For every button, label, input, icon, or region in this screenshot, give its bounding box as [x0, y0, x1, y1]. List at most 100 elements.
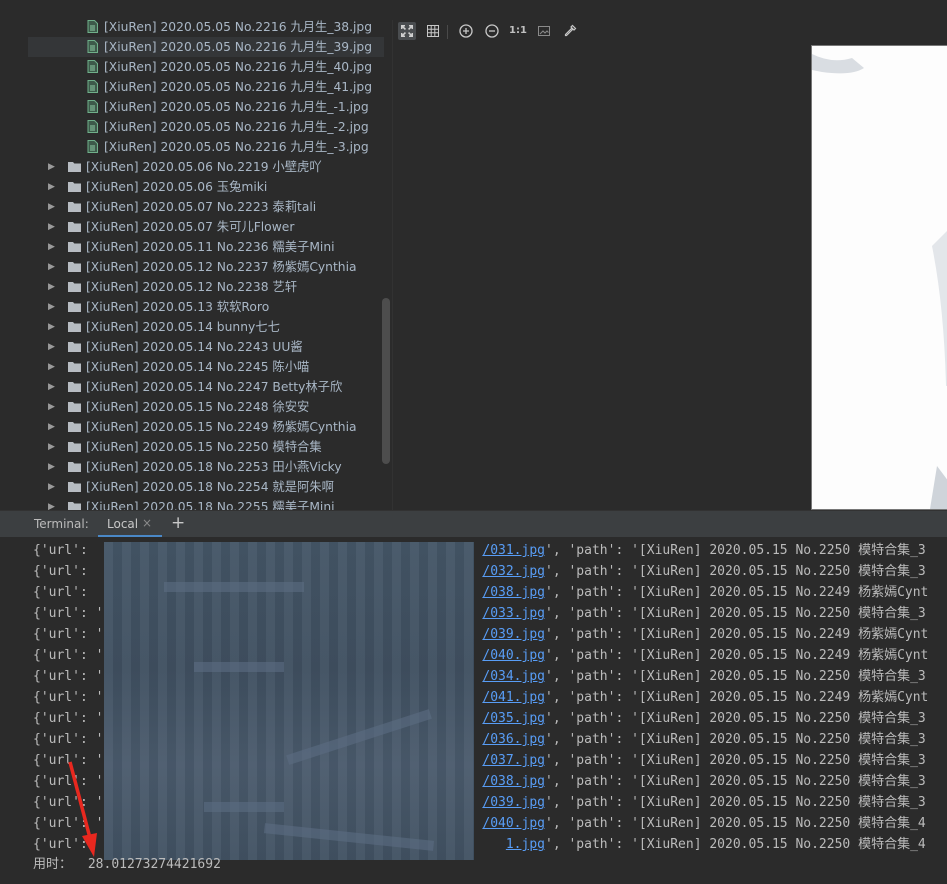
- terminal-tabbar: Terminal: Local × +: [0, 510, 947, 538]
- zoom-in-icon[interactable]: [457, 22, 475, 40]
- grid-icon[interactable]: [424, 22, 442, 40]
- elapsed-time: 用时： 28.01273274421692: [33, 856, 221, 874]
- terminal-tab-local[interactable]: Local ×: [98, 511, 162, 538]
- terminal-url-link[interactable]: /038.jpg: [482, 582, 545, 603]
- terminal-url-link[interactable]: /031.jpg: [482, 540, 545, 561]
- tree-folder-label: [XiuRen] 2020.05.06 玉兔miki: [86, 180, 268, 194]
- tree-folder-label: [XiuRen] 2020.05.15 No.2250 模特合集: [86, 440, 322, 454]
- tree-folder-item[interactable]: ▶ [XiuRen] 2020.05.15 No.2249 杨紫嫣Cynthia: [28, 417, 384, 437]
- tree-folder-item[interactable]: ▶ [XiuRen] 2020.05.11 No.2236 糯美子Mini: [28, 237, 384, 257]
- background-icon[interactable]: [535, 22, 553, 40]
- expand-arrow-icon[interactable]: ▶: [48, 257, 58, 277]
- folder-icon: [68, 182, 81, 192]
- expand-arrow-icon[interactable]: ▶: [48, 457, 58, 477]
- tree-folder-item[interactable]: ▶ [XiuRen] 2020.05.12 No.2237 杨紫嫣Cynthia: [28, 257, 384, 277]
- folder-icon: [68, 462, 81, 472]
- tree-folder-label: [XiuRen] 2020.05.13 软软Roro: [86, 300, 270, 314]
- terminal-path-text: ', 'path': '[XiuRen] 2020.05.15 No.2249 …: [545, 648, 929, 663]
- actual-size-button[interactable]: 1:1: [509, 22, 527, 40]
- tree-folder-item[interactable]: ▶ [XiuRen] 2020.05.14 bunny七七: [28, 317, 384, 337]
- terminal-line-prefix: {'url': ': [33, 669, 104, 684]
- tree-folder-item[interactable]: ▶ [XiuRen] 2020.05.14 No.2245 陈小喵: [28, 357, 384, 377]
- expand-arrow-icon[interactable]: ▶: [48, 437, 58, 457]
- tree-folder-item[interactable]: ▶ [XiuRen] 2020.05.06 玉兔miki: [28, 177, 384, 197]
- expand-arrow-icon[interactable]: ▶: [48, 237, 58, 257]
- tree-file-label: [XiuRen] 2020.05.05 No.2216 九月生_-1.jpg: [104, 100, 369, 114]
- expand-arrow-icon[interactable]: ▶: [48, 477, 58, 497]
- expand-arrow-icon[interactable]: ▶: [48, 217, 58, 237]
- expand-arrow-icon[interactable]: ▶: [48, 497, 58, 510]
- tree-file-item[interactable]: [XiuRen] 2020.05.05 No.2216 九月生_-3.jpg: [28, 137, 384, 157]
- tree-file-label: [XiuRen] 2020.05.05 No.2216 九月生_-2.jpg: [104, 120, 369, 134]
- terminal-path-text: ', 'path': '[XiuRen] 2020.05.15 No.2250 …: [545, 669, 926, 684]
- expand-arrow-icon[interactable]: ▶: [48, 377, 58, 397]
- top-strip: [0, 0, 947, 20]
- expand-arrow-icon[interactable]: ▶: [48, 397, 58, 417]
- fit-icon[interactable]: [398, 22, 416, 40]
- tree-folder-item[interactable]: ▶ [XiuRen] 2020.05.14 No.2243 UU酱: [28, 337, 384, 357]
- tree-folder-item[interactable]: ▶ [XiuRen] 2020.05.18 No.2254 就是阿朱啊: [28, 477, 384, 497]
- terminal-url-link[interactable]: 1.jpg: [506, 834, 545, 855]
- terminal-url-link[interactable]: /035.jpg: [482, 708, 545, 729]
- folder-icon: [68, 222, 81, 232]
- tree-folder-label: [XiuRen] 2020.05.11 No.2236 糯美子Mini: [86, 240, 335, 254]
- tree-file-item[interactable]: [XiuRen] 2020.05.05 No.2216 九月生_38.jpg: [28, 20, 384, 37]
- terminal-url-link[interactable]: /039.jpg: [482, 792, 545, 813]
- image-file-icon: [87, 120, 98, 133]
- tree-folder-label: [XiuRen] 2020.05.12 No.2237 杨紫嫣Cynthia: [86, 260, 357, 274]
- folder-icon: [68, 482, 81, 492]
- expand-arrow-icon[interactable]: ▶: [48, 297, 58, 317]
- terminal-path-text: ', 'path': '[XiuRen] 2020.05.15 No.2250 …: [545, 816, 926, 831]
- terminal-url-link[interactable]: /038.jpg: [482, 771, 545, 792]
- terminal-url-link[interactable]: /036.jpg: [482, 729, 545, 750]
- add-tab-button[interactable]: +: [171, 513, 185, 533]
- terminal-url-link[interactable]: /040.jpg: [482, 645, 545, 666]
- tree-folder-item[interactable]: ▶ [XiuRen] 2020.05.15 No.2250 模特合集: [28, 437, 384, 457]
- redacted-region: [104, 542, 474, 860]
- tree-folder-item[interactable]: ▶ [XiuRen] 2020.05.07 No.2223 泰莉tali: [28, 197, 384, 217]
- tree-folder-item[interactable]: ▶ [XiuRen] 2020.05.18 No.2255 糯美子Mini: [28, 497, 384, 510]
- expand-arrow-icon[interactable]: ▶: [48, 177, 58, 197]
- tree-file-item[interactable]: [XiuRen] 2020.05.05 No.2216 九月生_41.jpg: [28, 77, 384, 97]
- terminal-url-link[interactable]: /032.jpg: [482, 561, 545, 582]
- zoom-out-icon[interactable]: [483, 22, 501, 40]
- terminal-line-prefix: {'url': ': [33, 690, 104, 705]
- close-icon[interactable]: ×: [142, 516, 152, 530]
- tree-folder-item[interactable]: ▶ [XiuRen] 2020.05.07 朱可儿Flower: [28, 217, 384, 237]
- tree-folder-item[interactable]: ▶ [XiuRen] 2020.05.06 No.2219 小壁虎吖: [28, 157, 384, 177]
- tree-folder-label: [XiuRen] 2020.05.18 No.2255 糯美子Mini: [86, 500, 335, 510]
- folder-icon: [68, 422, 81, 432]
- expand-arrow-icon[interactable]: ▶: [48, 357, 58, 377]
- terminal-url-link[interactable]: /041.jpg: [482, 687, 545, 708]
- tree-scrollbar[interactable]: [382, 298, 390, 464]
- terminal-url-link[interactable]: /034.jpg: [482, 666, 545, 687]
- terminal-url-link[interactable]: /033.jpg: [482, 603, 545, 624]
- color-picker-icon[interactable]: [561, 22, 579, 40]
- terminal-tab-label: Local: [107, 517, 139, 531]
- tree-folder-item[interactable]: ▶ [XiuRen] 2020.05.18 No.2253 田小燕Vicky: [28, 457, 384, 477]
- expand-arrow-icon[interactable]: ▶: [48, 317, 58, 337]
- tree-file-item[interactable]: [XiuRen] 2020.05.05 No.2216 九月生_-1.jpg: [28, 97, 384, 117]
- expand-arrow-icon[interactable]: ▶: [48, 337, 58, 357]
- terminal-url-link[interactable]: /039.jpg: [482, 624, 545, 645]
- terminal-path-text: ', 'path': '[XiuRen] 2020.05.15 No.2250 …: [545, 753, 926, 768]
- expand-arrow-icon[interactable]: ▶: [48, 417, 58, 437]
- image-file-icon: [87, 140, 98, 153]
- expand-arrow-icon[interactable]: ▶: [48, 157, 58, 177]
- tree-file-item[interactable]: [XiuRen] 2020.05.05 No.2216 九月生_-2.jpg: [28, 117, 384, 137]
- image-file-icon: [87, 20, 98, 33]
- expand-arrow-icon[interactable]: ▶: [48, 197, 58, 217]
- project-tree[interactable]: [XiuRen] 2020.05.05 No.2216 九月生_38.jpg [X…: [28, 20, 393, 510]
- tree-file-item[interactable]: [XiuRen] 2020.05.05 No.2216 九月生_39.jpg: [28, 37, 384, 57]
- tree-folder-label: [XiuRen] 2020.05.18 No.2254 就是阿朱啊: [86, 480, 334, 494]
- image-file-icon: [87, 40, 98, 53]
- terminal-path-text: ', 'path': '[XiuRen] 2020.05.15 No.2250 …: [545, 543, 926, 558]
- terminal-url-link[interactable]: /037.jpg: [482, 750, 545, 771]
- tree-folder-item[interactable]: ▶ [XiuRen] 2020.05.14 No.2247 Betty林子欣: [28, 377, 384, 397]
- tree-folder-item[interactable]: ▶ [XiuRen] 2020.05.12 No.2238 艺轩: [28, 277, 384, 297]
- tree-folder-item[interactable]: ▶ [XiuRen] 2020.05.13 软软Roro: [28, 297, 384, 317]
- tree-folder-item[interactable]: ▶ [XiuRen] 2020.05.15 No.2248 徐安安: [28, 397, 384, 417]
- terminal-url-link[interactable]: /040.jpg: [482, 813, 545, 834]
- tree-file-item[interactable]: [XiuRen] 2020.05.05 No.2216 九月生_40.jpg: [28, 57, 384, 77]
- expand-arrow-icon[interactable]: ▶: [48, 277, 58, 297]
